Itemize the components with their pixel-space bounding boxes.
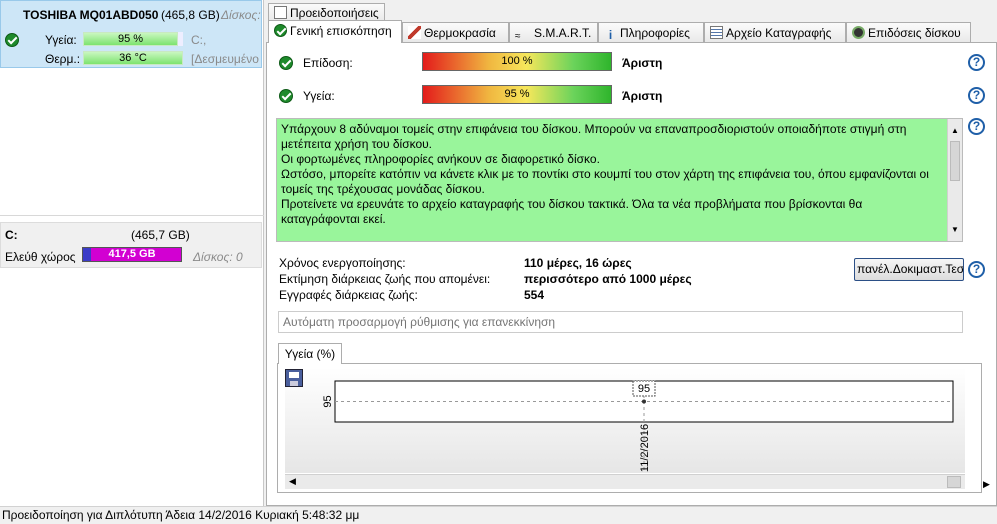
test-help-icon[interactable]: ?	[968, 261, 985, 278]
thermometer-icon	[408, 26, 421, 39]
message-line: καταγράφονται εκεί.	[281, 212, 386, 226]
smart-icon: ≈	[515, 31, 521, 42]
drive-size: (465,8 GB)	[161, 8, 220, 22]
tab-temperature[interactable]: Θερμοκρασία	[402, 22, 509, 43]
message-line: τομείς της τρέχουσας μονάδας δίσκου.	[281, 182, 485, 196]
lifetime-label: Εκτίμηση διάρκειας ζωής που απομένει:	[279, 272, 491, 286]
drive-temp-bar: 36 °C	[83, 51, 183, 65]
health-ok-icon-2	[279, 89, 293, 103]
left-panel-divider	[0, 215, 264, 216]
health-meter: 95 %	[422, 85, 612, 104]
data-label: 95	[638, 383, 650, 395]
performance-ok-icon	[279, 56, 293, 70]
lifetime-value: περισσότερο από 1000 μέρες	[524, 272, 692, 286]
tab-log-label: Αρχείο Καταγραφής	[726, 26, 832, 40]
tab-smart[interactable]: ≈ S.M.A.R.T.	[509, 22, 598, 43]
health-chart: 95 95 11/2/2016	[322, 380, 954, 473]
drive-reserved-label: [Δεσμευμένο	[191, 52, 259, 66]
message-line: μετέπειτα χρήση του δίσκου.	[281, 137, 433, 151]
scroll-up-icon[interactable]: ▲	[951, 123, 959, 138]
health-help-icon[interactable]: ?	[968, 87, 985, 104]
performance-label: Επίδοση:	[303, 56, 353, 70]
scroll-down-icon[interactable]: ▼	[951, 222, 959, 237]
tab-performance-label: Επιδόσεις δίσκου	[868, 26, 961, 40]
tab-info[interactable]: i Πληροφορίες	[598, 22, 704, 43]
status-message-box[interactable]: Υπάρχουν 8 αδύναμοι τομείς στην επιφάνει…	[276, 118, 963, 242]
message-line: Οι φορτωμένες πληροφορίες ανήκουν σε δια…	[281, 152, 600, 166]
partition-letter: C:	[5, 228, 18, 242]
performance-help-icon[interactable]: ?	[968, 54, 985, 71]
health-label: Υγεία:	[303, 89, 335, 103]
health-ok-icon	[5, 33, 19, 47]
tab-health-chart[interactable]: Υγεία (%)	[278, 343, 342, 364]
tab-warnings-label: Προειδοποιήσεις	[290, 6, 379, 20]
status-bar: Προειδοποίηση για Διπλότυπη Άδεια 14/2/2…	[0, 506, 997, 524]
health-value: 95 %	[504, 88, 530, 100]
x-tick-label: 11/2/2016	[639, 424, 651, 472]
scroll-thumb-h[interactable]	[947, 476, 961, 488]
tab-overview-label: Γενική επισκόπηση	[290, 24, 392, 38]
performance-meter: 100 %	[422, 52, 612, 71]
message-line: Υπάρχουν 8 αδύναμοι τομείς στην επιφάνει…	[281, 122, 907, 136]
performance-value: 100 %	[501, 55, 533, 67]
uptime-value: 110 μέρες, 16 ώρες	[524, 256, 632, 270]
uptime-label: Χρόνος ενεργοποίησης:	[279, 256, 406, 270]
tab-temperature-label: Θερμοκρασία	[424, 26, 496, 40]
health-rating: Άριστη	[622, 89, 663, 103]
drive-item-toshiba[interactable]: TOSHIBA MQ01ABD050 (465,8 GB) Δίσκος: Υγ…	[0, 0, 262, 68]
drive-list-panel: TOSHIBA MQ01ABD050 (465,8 GB) Δίσκος: Υγ…	[0, 0, 264, 506]
chart-scrollbar[interactable]: ◀	[285, 474, 965, 489]
records-value: 554	[524, 288, 545, 302]
message-line: Προτείνετε να ερευνάτε το αρχείο καταγρα…	[281, 197, 863, 211]
auto-restart-input[interactable]	[278, 311, 963, 333]
scroll-right-icon[interactable]: ▶	[983, 479, 990, 490]
drive-disk-label: Δίσκος:	[221, 8, 261, 22]
ok-icon	[274, 24, 287, 37]
test-panel-button[interactable]: πανέλ.Δοκιμαστ.Τεστ	[854, 258, 964, 281]
drive-name: TOSHIBA MQ01ABD050	[23, 8, 159, 22]
tab-smart-label: S.M.A.R.T.	[534, 26, 592, 40]
drive-temp-label: Θερμ.:	[45, 52, 81, 66]
drive-health-bar: 95 %	[83, 32, 178, 46]
scroll-thumb[interactable]	[950, 141, 960, 181]
drive-health-label: Υγεία:	[45, 33, 77, 47]
message-help-icon[interactable]: ?	[968, 118, 985, 135]
info-icon: i	[608, 28, 613, 42]
drive-partition-letter: C:,	[191, 33, 207, 47]
records-label: Εγγραφές διάρκειας ζωής:	[279, 288, 418, 302]
free-space-label: Ελεύθ χώρος	[5, 250, 76, 264]
log-icon	[710, 26, 723, 39]
free-space-bar: 417,5 GB	[82, 247, 182, 262]
performance-rating: Άριστη	[622, 56, 663, 70]
document-icon	[274, 6, 287, 19]
drive-health-track: 95 %	[83, 32, 183, 46]
tab-overview[interactable]: Γενική επισκόπηση	[268, 20, 402, 43]
tab-log[interactable]: Αρχείο Καταγραφής	[704, 22, 846, 43]
scroll-left-icon[interactable]: ◀	[289, 476, 296, 487]
message-line: Ωστόσο, μπορείτε κατόπιν να κάνετε κλικ …	[281, 167, 929, 181]
message-scrollbar[interactable]: ▲ ▼	[947, 119, 962, 241]
y-tick-label: 95	[322, 395, 334, 407]
partition-disk: Δίσκος: 0	[193, 250, 243, 264]
data-point	[642, 399, 646, 404]
tab-info-label: Πληροφορίες	[620, 26, 690, 40]
partition-size: (465,7 GB)	[131, 228, 190, 242]
gauge-icon	[852, 26, 865, 39]
tab-performance[interactable]: Επιδόσεις δίσκου	[846, 22, 971, 43]
